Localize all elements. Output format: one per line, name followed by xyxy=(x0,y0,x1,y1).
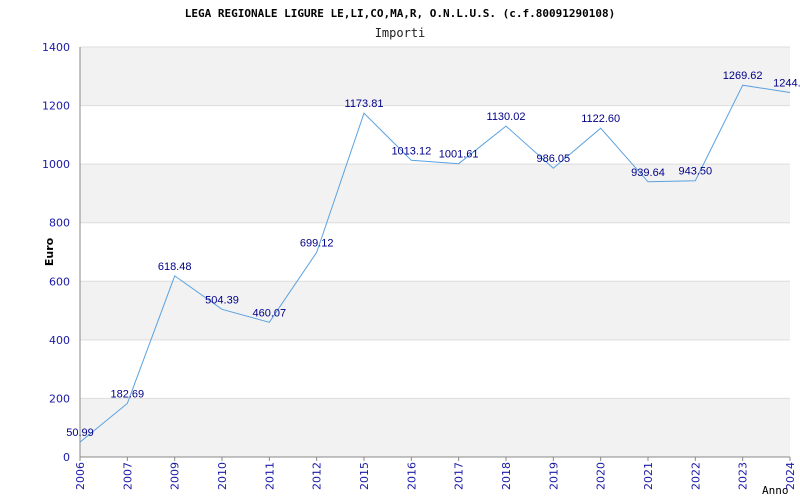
data-label: 1122.60 xyxy=(581,113,620,125)
x-tick-label: 2010 xyxy=(216,462,229,490)
y-tick-label: 200 xyxy=(49,392,70,405)
x-tick-label: 2019 xyxy=(547,462,560,490)
x-tick-label: 2007 xyxy=(121,462,134,490)
grid-band xyxy=(80,398,790,457)
x-tick-label: 2021 xyxy=(642,462,655,490)
grid-band xyxy=(80,47,790,106)
x-tick-label: 2012 xyxy=(311,462,324,490)
y-tick-label: 1400 xyxy=(42,41,70,54)
line-chart: LEGA REGIONALE LIGURE LE,LI,CO,MA,R, O.N… xyxy=(42,7,800,497)
data-label: 1244.7 xyxy=(773,77,800,89)
x-tick-label: 2020 xyxy=(595,462,608,490)
y-tick-label: 600 xyxy=(49,275,70,288)
x-tick-label: 2017 xyxy=(453,462,466,490)
data-label: 943.50 xyxy=(679,166,713,178)
x-tick-label: 2015 xyxy=(358,462,371,490)
y-tick-label: 1200 xyxy=(42,100,70,113)
data-label: 1001.61 xyxy=(439,149,479,161)
y-tick-label: 400 xyxy=(49,334,70,347)
x-tick-label: 2023 xyxy=(737,462,750,490)
axes xyxy=(79,47,790,458)
x-tick-label: 2024 xyxy=(784,462,797,490)
x-tick-label: 2022 xyxy=(689,462,702,490)
chart-title: LEGA REGIONALE LIGURE LE,LI,CO,MA,R, O.N… xyxy=(185,7,615,20)
data-label: 460.07 xyxy=(253,307,287,319)
data-label: 986.05 xyxy=(537,153,571,165)
x-tick-label: 2016 xyxy=(405,462,418,490)
x-tick-labels: 2006 2007 2009 2010 2011 2012 2015 2016 2017 2018… xyxy=(74,457,797,490)
x-tick-label: 2009 xyxy=(169,462,182,490)
x-tick-label: 2018 xyxy=(500,462,513,490)
data-label: 1013.12 xyxy=(391,145,431,157)
data-label: 1173.81 xyxy=(345,98,384,110)
data-labels: 50.99 182.69 618.48 504.39 460.07 699.12 1173.… xyxy=(66,70,800,439)
x-tick-label: 2006 xyxy=(74,462,87,490)
data-label: 1269.62 xyxy=(723,70,763,82)
data-label: 699.12 xyxy=(300,237,334,249)
data-label: 50.99 xyxy=(66,427,94,439)
data-label: 504.39 xyxy=(205,294,239,306)
background-bands xyxy=(80,47,790,457)
y-axis-label: Euro xyxy=(43,237,56,266)
y-tick-label: 1000 xyxy=(42,158,70,171)
grid-lines xyxy=(80,46,790,458)
data-label: 182.69 xyxy=(111,388,145,400)
y-tick-label: 800 xyxy=(49,217,70,230)
grid-band xyxy=(80,281,790,340)
data-label: 1130.02 xyxy=(487,111,526,123)
data-label: 939.64 xyxy=(631,167,665,179)
y-tick-label: 0 xyxy=(63,451,70,464)
chart-subtitle: Importi xyxy=(375,26,426,40)
x-tick-label: 2011 xyxy=(263,462,276,490)
data-label: 618.48 xyxy=(158,261,192,273)
